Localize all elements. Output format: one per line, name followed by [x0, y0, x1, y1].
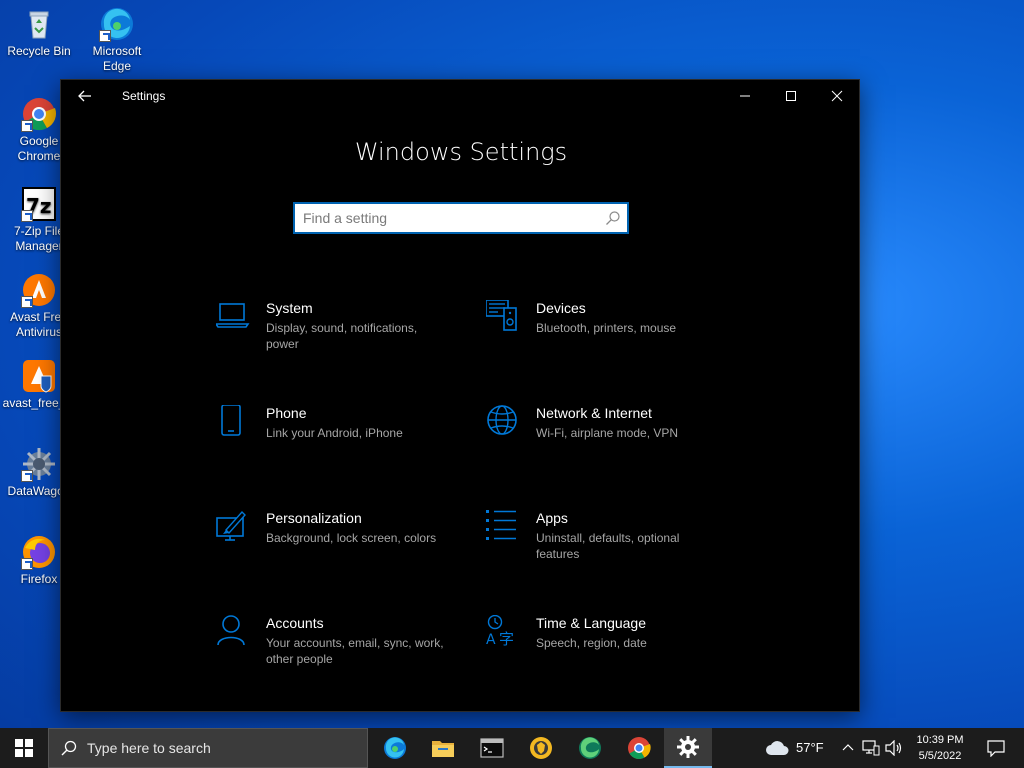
category-description: Your accounts, email, sync, work, other …: [266, 636, 444, 666]
taskbar-search-placeholder: Type here to search: [87, 740, 211, 756]
avast-icon: [21, 272, 57, 308]
category-accounts[interactable]: Accounts Your accounts, email, sync, wor…: [216, 615, 476, 695]
7zip-icon: 7z: [21, 186, 57, 222]
category-name: Apps: [536, 510, 568, 526]
apps-list-icon: [486, 510, 526, 550]
personalization-icon: [216, 510, 256, 550]
person-icon: [216, 615, 256, 655]
category-devices[interactable]: Devices Bluetooth, printers, mouse: [485, 299, 746, 380]
globe-icon: [486, 405, 526, 445]
datawagon-icon: [21, 446, 57, 482]
category-description: Uninstall, defaults, optional features: [536, 531, 680, 561]
windows-logo-icon: [15, 739, 33, 757]
start-button[interactable]: [0, 728, 48, 768]
settings-categories: System Display, sound, notifications, po…: [61, 80, 861, 713]
svg-text:A: A: [486, 632, 496, 648]
category-name: Devices: [536, 300, 586, 316]
category-apps[interactable]: Apps Uninstall, defaults, optional featu…: [486, 510, 746, 590]
shortcut-arrow-icon: [21, 120, 33, 132]
clock-time: 10:39 PM: [916, 734, 964, 746]
taskbar-app-edge-dev[interactable]: [566, 728, 614, 768]
notification-center-button[interactable]: [976, 728, 1016, 768]
shortcut-arrow-icon: [21, 558, 33, 570]
firefox-icon: [21, 534, 57, 570]
notification-icon: [987, 740, 1005, 757]
edge-dev-icon: [579, 737, 601, 759]
shortcut-arrow-icon: [21, 296, 33, 308]
weather-temperature[interactable]: 57°F: [796, 740, 824, 755]
chrome-icon: [628, 737, 651, 759]
shortcut-arrow-icon: [99, 30, 111, 42]
category-description: Speech, region, date: [536, 636, 647, 650]
desktop-icon-label: Microsoft Edge: [92, 44, 142, 73]
taskbar-app-brave[interactable]: [517, 728, 565, 768]
category-description: Bluetooth, printers, mouse: [536, 321, 677, 335]
category-description: Display, sound, notifications, power: [266, 321, 418, 351]
clock[interactable]: 10:39 PM 5/5/2022: [912, 732, 968, 764]
taskbar-app-settings[interactable]: [664, 728, 712, 768]
category-personalization[interactable]: Personalization Background, lock screen,…: [216, 510, 476, 590]
volume-icon[interactable]: [884, 738, 904, 758]
brave-icon: [530, 737, 552, 759]
recycle-bin-icon: [21, 6, 57, 42]
shortcut-arrow-icon: [21, 470, 33, 482]
phone-icon: [216, 404, 256, 445]
time-language-icon: A 字: [486, 614, 526, 655]
settings-gear-icon: [677, 736, 699, 758]
settings-window: Settings Windows Settings Find a setting…: [60, 79, 860, 712]
taskbar-app-terminal[interactable]: [468, 728, 516, 768]
terminal-icon: [480, 738, 504, 758]
chevron-up-icon[interactable]: [838, 738, 858, 758]
taskbar-search[interactable]: Type here to search: [48, 728, 368, 768]
taskbar: Type here to search 57°F 10:39 PM 5/5/20…: [0, 728, 1024, 768]
category-time-language[interactable]: A 字 Time & Language Speech, region, date: [486, 614, 746, 695]
desktop-icon-label: Recycle Bin: [7, 44, 71, 58]
category-name: Phone: [266, 405, 307, 421]
network-icon[interactable]: [861, 738, 881, 758]
chrome-icon: [21, 96, 57, 132]
file-explorer-icon: [432, 741, 454, 757]
svg-text:字: 字: [499, 630, 514, 648]
category-system[interactable]: System Display, sound, notifications, po…: [214, 300, 476, 380]
category-name: Network & Internet: [536, 405, 652, 421]
edge-icon: [384, 737, 406, 759]
desktop-icon-recycle-bin[interactable]: Recycle Bin: [0, 6, 78, 59]
shortcut-arrow-icon: [21, 210, 33, 222]
desktop-icon-edge[interactable]: Microsoft Edge: [78, 6, 156, 74]
category-description: Link your Android, iPhone: [266, 426, 403, 440]
category-name: System: [266, 300, 313, 316]
category-description: Background, lock screen, colors: [266, 531, 437, 545]
avast-installer-icon: [21, 358, 57, 394]
devices-icon: [485, 299, 526, 340]
taskbar-app-edge[interactable]: [371, 728, 419, 768]
weather-cloud-icon[interactable]: [764, 738, 790, 758]
taskbar-app-file-explorer[interactable]: [419, 728, 467, 768]
category-network[interactable]: Network & Internet Wi-Fi, airplane mode,…: [486, 405, 746, 485]
clock-date: 5/5/2022: [918, 750, 962, 762]
category-name: Accounts: [266, 615, 324, 631]
laptop-icon: [214, 300, 256, 340]
edge-icon: [99, 6, 135, 42]
category-phone[interactable]: Phone Link your Android, iPhone: [216, 404, 476, 485]
category-name: Time & Language: [536, 615, 646, 631]
taskbar-app-chrome[interactable]: [615, 728, 663, 768]
category-description: Wi-Fi, airplane mode, VPN: [536, 426, 679, 440]
search-icon: [61, 740, 77, 756]
category-name: Personalization: [266, 510, 362, 526]
